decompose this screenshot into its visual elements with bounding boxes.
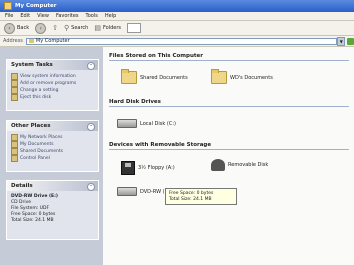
back-arrow-icon: ‹ [4,22,15,34]
menu-help[interactable]: Help [105,13,116,19]
removable-device-icon [211,159,225,171]
up-button[interactable]: ⇧ [52,24,58,32]
eject-icon [11,94,18,101]
place-my-documents[interactable]: My Documents [11,141,94,148]
chevron-up-icon[interactable]: ⌃ [87,62,95,70]
search-label: Search [71,25,89,31]
back-label: Back [17,25,30,31]
network-icon [11,134,18,141]
system-tasks-title: System Tasks [11,62,53,68]
drive-tooltip: Free Space: 0 bytes Total Size: 24.1 MB [165,188,237,205]
dvd-drive-item[interactable]: DVD-RW (E:) [117,187,171,196]
system-tasks-panel: System Tasks ⌃ View system information A… [6,59,99,111]
shared-folder-icon [11,148,18,155]
system-info-icon [11,73,18,80]
views-icon [127,23,142,33]
toolbar: ‹ Back › ⇧ ⚲ Search ▤ Folders [0,21,354,36]
title-bar: My Computer [0,0,354,12]
menu-bar: File Edit View Favorites Tools Help [0,12,354,21]
content-pane: Files Stored on This Computer Shared Doc… [103,47,354,265]
system-tasks-header[interactable]: System Tasks ⌃ [7,60,98,70]
menu-edit[interactable]: Edit [20,13,30,19]
task-pane: System Tasks ⌃ View system information A… [0,47,103,265]
my-computer-small-icon [28,39,34,43]
other-places-panel: Other Places ⌃ My Network Places My Docu… [6,120,99,172]
hard-drive-icon [117,119,137,128]
views-button[interactable] [127,23,142,33]
place-control-panel[interactable]: Control Panel [11,155,94,162]
chevron-up-icon[interactable]: ⌃ [87,183,95,191]
task-label: Change a setting [20,88,59,93]
place-label: Control Panel [20,156,50,161]
floppy-item[interactable]: 3½ Floppy (A:) [121,161,175,175]
files-group-header: Files Stored on This Computer [109,53,349,61]
folders-icon: ▤ [94,24,101,32]
details-header[interactable]: Details ⌃ [7,181,98,191]
forward-button[interactable]: › [35,22,47,34]
menu-file[interactable]: File [5,13,13,19]
chevron-up-icon[interactable]: ⌃ [87,123,95,131]
place-label: Shared Documents [20,149,63,154]
go-button[interactable] [347,37,354,45]
up-folder-icon: ⇧ [52,24,59,32]
programs-icon [11,80,18,87]
search-button[interactable]: ⚲ Search [64,24,88,32]
task-change-setting[interactable]: Change a setting [11,87,94,94]
address-dropdown-button[interactable]: ▼ [337,36,346,46]
details-title: Details [11,183,33,189]
task-eject-disk[interactable]: Eject this disk [11,94,94,101]
task-label: Eject this disk [20,95,52,100]
menu-favorites[interactable]: Favorites [56,13,79,19]
folder-icon [121,69,137,84]
tooltip-total-size: Total Size: 24.1 MB [169,197,212,202]
search-icon: ⚲ [64,24,70,32]
floppy-disk-icon [121,161,135,175]
user-documents-item[interactable]: WD's Documents [211,69,273,84]
address-value: My Computer [35,38,70,44]
task-label: View system information [20,74,76,79]
item-label: Shared Documents [140,74,188,81]
item-label: 3½ Floppy (A:) [138,165,175,171]
menu-view[interactable]: View [37,13,49,19]
other-places-header[interactable]: Other Places ⌃ [7,121,98,131]
my-computer-icon [4,2,12,10]
folders-button[interactable]: ▤ Folders [94,24,121,32]
place-shared-documents[interactable]: Shared Documents [11,148,94,155]
item-label: Local Disk (C:) [140,120,176,127]
optical-drive-icon [117,187,137,196]
folders-label: Folders [102,25,122,31]
shared-documents-item[interactable]: Shared Documents [121,69,188,84]
address-bar: Address My Computer ▼ [0,36,354,47]
detail-total-size: Total Size: 24.1 MB [11,218,54,223]
place-label: My Documents [20,142,54,147]
place-label: My Network Places [20,135,63,140]
documents-folder-icon [11,141,18,148]
hard-disk-group-header: Hard Disk Drives [109,99,349,107]
address-input[interactable]: My Computer [25,37,338,45]
window-title: My Computer [15,3,57,9]
forward-arrow-icon: › [35,22,47,34]
removable-group-header: Devices with Removable Storage [109,142,349,150]
task-view-system-info[interactable]: View system information [11,73,94,80]
back-button[interactable]: ‹ Back [4,22,30,34]
other-places-title: Other Places [11,123,51,129]
removable-disk-item[interactable]: Removable Disk [211,159,268,171]
address-label: Address [3,38,23,44]
control-panel-icon [11,87,18,94]
details-panel: Details ⌃ DVD-RW Drive (E:) CD Drive Fil… [6,180,99,240]
folder-icon [211,69,227,84]
task-label: Add or remove programs [20,81,77,86]
task-add-remove-programs[interactable]: Add or remove programs [11,80,94,87]
item-label: Removable Disk [228,162,269,168]
item-label: WD's Documents [230,74,273,81]
place-my-network-places[interactable]: My Network Places [11,134,94,141]
control-panel-icon [11,155,18,162]
local-disk-item[interactable]: Local Disk (C:) [117,119,176,128]
menu-tools[interactable]: Tools [86,13,98,19]
